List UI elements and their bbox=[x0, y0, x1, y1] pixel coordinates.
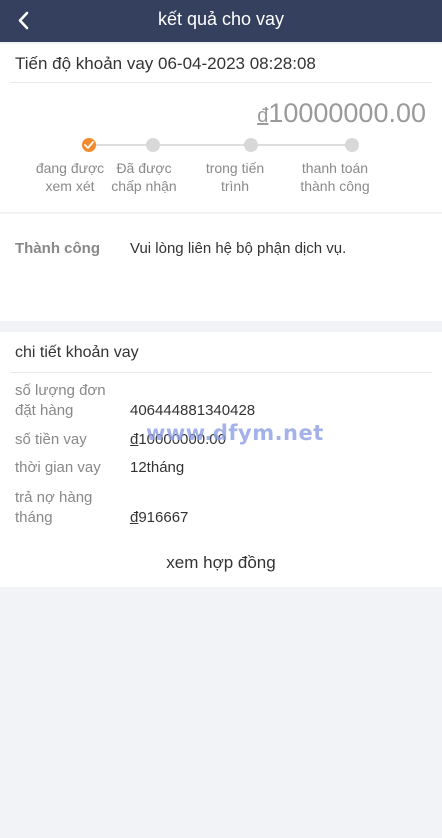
details-title: chi tiết khoản vay bbox=[15, 344, 139, 361]
status-card: Thành công Vui lòng liên hệ bộ phận dịch… bbox=[0, 214, 442, 321]
navigation-bar: kết quả cho vay bbox=[0, 0, 442, 42]
amount-value: 10000000.00 bbox=[268, 98, 426, 128]
page-title: kết quả cho vay bbox=[157, 9, 285, 29]
loan-term-label: thời gian vay bbox=[15, 459, 101, 476]
repayment-number: 916667 bbox=[138, 509, 189, 526]
view-contract-button[interactable]: xem hợp đồng bbox=[0, 553, 442, 573]
loan-details-card: chi tiết khoản vay số lượng đơn đặt hàng… bbox=[0, 332, 442, 587]
step-dot-processing bbox=[244, 138, 258, 152]
step-label-approved: Đã được chấp nhận bbox=[111, 160, 177, 194]
monthly-repayment-label: trả nợ hàng tháng bbox=[15, 489, 93, 526]
step-label-processing: trong tiến trình bbox=[205, 160, 265, 194]
step-dot-paid bbox=[345, 138, 359, 152]
order-number-label: số lượng đơn đặt hàng bbox=[15, 382, 106, 419]
loan-progress-card: Tiến độ khoản vay 06-04-2023 08:28:08 đ1… bbox=[0, 44, 442, 212]
step-label-reviewing: đang được xem xét bbox=[35, 160, 105, 194]
watermark: www.dfym.net bbox=[146, 421, 324, 445]
step-dot-approved bbox=[146, 138, 160, 152]
step-dot-reviewing bbox=[82, 138, 96, 152]
check-icon bbox=[84, 141, 94, 149]
loan-amount-label: số tiền vay bbox=[15, 431, 87, 448]
status-message: Vui lòng liên hệ bộ phận dịch vụ. bbox=[130, 240, 347, 257]
status-label: Thành công bbox=[15, 240, 100, 257]
progress-track bbox=[88, 144, 352, 146]
loan-amount: đ10000000.00 bbox=[257, 98, 426, 129]
order-number-value: 406444881340428 bbox=[130, 402, 256, 419]
progress-title: Tiến độ khoản vay 06-04-2023 08:28:08 bbox=[15, 54, 316, 73]
currency-symbol: đ bbox=[257, 105, 269, 127]
loan-term-value: 12tháng bbox=[130, 459, 185, 476]
monthly-repayment-value: đ916667 bbox=[130, 508, 188, 528]
divider bbox=[10, 372, 432, 373]
step-label-paid: thanh toán thành công bbox=[300, 160, 370, 194]
divider bbox=[10, 82, 432, 83]
